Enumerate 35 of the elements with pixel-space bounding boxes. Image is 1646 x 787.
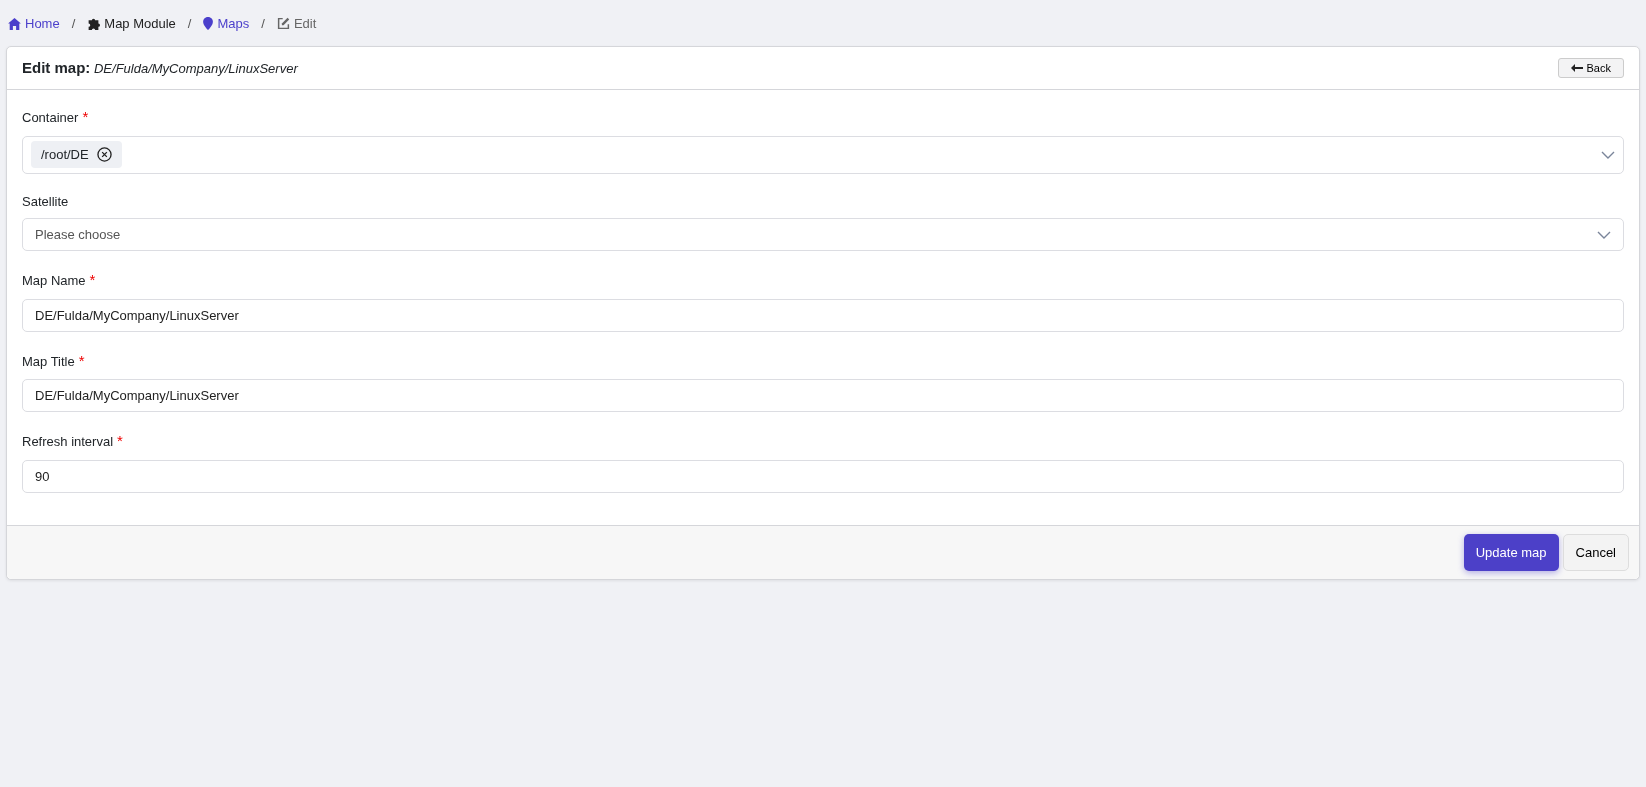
required-mark: * (78, 351, 85, 369)
input-field[interactable]: DE/Fulda/MyCompany/LinuxServer (22, 298, 1624, 332)
satellite-select[interactable]: Please choose (22, 218, 1624, 251)
field-label: Map Title (22, 353, 75, 369)
breadcrumb-item[interactable]: Home (8, 14, 60, 34)
input-field[interactable]: DE/Fulda/MyCompany/LinuxServer (22, 379, 1624, 412)
breadcrumb-separator: / (187, 15, 192, 33)
puzzle-icon (87, 17, 101, 31)
input-field[interactable]: 90 (22, 459, 1624, 493)
chevron-down-icon (1601, 150, 1615, 159)
breadcrumb-separator: / (261, 15, 265, 33)
cancel-button[interactable]: Cancel (1562, 533, 1629, 571)
field-label: Refresh interval (22, 434, 114, 449)
breadcrumb-separator: / (71, 15, 76, 33)
required-mark: * (117, 432, 123, 449)
selected-tag: /root/DE (31, 140, 122, 169)
breadcrumb-item: Edit (276, 14, 317, 34)
update-map-button[interactable]: Update map (1463, 533, 1559, 571)
edit-icon (276, 17, 290, 31)
required-mark: * (89, 271, 96, 288)
field-label: Satellite (22, 193, 69, 209)
breadcrumb-item[interactable]: Maps (203, 14, 250, 34)
card-title: Edit map: (22, 58, 91, 76)
required-mark: * (82, 108, 89, 125)
back-arrow-icon (1570, 63, 1583, 72)
chevron-down-icon (1597, 230, 1611, 239)
remove-icon[interactable] (96, 147, 112, 162)
field-label: Container (22, 110, 79, 125)
field-label: Map Name (22, 273, 86, 288)
back-button[interactable]: Back (1557, 57, 1624, 78)
map-path: DE/Fulda/MyCompany/LinuxServer (93, 60, 298, 76)
breadcrumb-item: Map Module (87, 14, 176, 34)
home-icon (8, 17, 21, 30)
container-select[interactable]: /root/DE (22, 135, 1624, 174)
map-pin-icon (203, 17, 214, 31)
